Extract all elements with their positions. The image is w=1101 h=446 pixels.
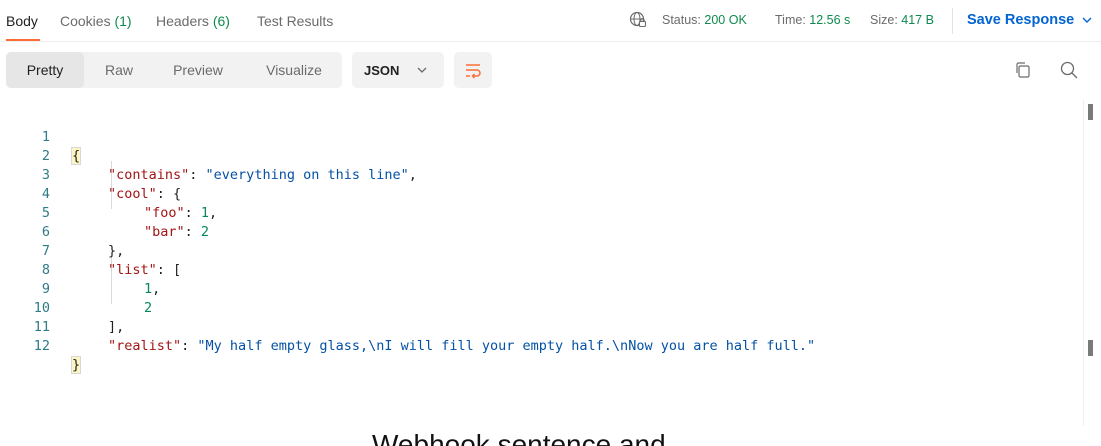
- view-mode-selector: Pretty Raw Preview Visualize: [6, 52, 342, 88]
- wrap-lines-button[interactable]: [454, 52, 492, 88]
- tab-headers[interactable]: Headers (6): [156, 13, 230, 29]
- line-number: 12: [33, 338, 50, 354]
- tab-body[interactable]: Body: [6, 13, 38, 29]
- code-line: 5 "bar": 2: [0, 185, 1080, 240]
- editor-scrollbar[interactable]: [1083, 100, 1084, 426]
- save-response-button[interactable]: Save Response: [967, 12, 1074, 28]
- view-visualize-button[interactable]: Visualize: [250, 52, 338, 88]
- chevron-down-icon: [417, 67, 427, 73]
- tab-cookies-label: Cookies: [60, 13, 111, 29]
- status-label: Status:: [662, 13, 701, 27]
- tab-cookies[interactable]: Cookies (1): [60, 13, 132, 29]
- status-value: 200 OK: [704, 13, 747, 27]
- view-raw-button[interactable]: Raw: [90, 52, 148, 88]
- scrollbar-marker: [1088, 340, 1093, 356]
- format-select[interactable]: JSON: [352, 52, 444, 88]
- size-label: Size:: [870, 13, 898, 27]
- caption-text: Webhook sentence and: [372, 429, 666, 446]
- code-line: 4 "foo": 1,: [0, 166, 1080, 221]
- code-line: 7 "list": [: [0, 223, 1080, 278]
- tab-test-results-label: Test Results: [257, 13, 334, 29]
- scrollbar-marker: [1088, 104, 1093, 120]
- time-value: 12.56 s: [809, 13, 851, 27]
- json-value: "My half empty glass,\nI will fill your …: [197, 338, 816, 354]
- toolbar-divider: [952, 8, 953, 34]
- status-indicator: Status: 200 OK: [662, 13, 747, 27]
- view-preview-button[interactable]: Preview: [156, 52, 240, 88]
- code-line: 6 },: [0, 204, 1080, 259]
- wrap-lines-icon: [466, 64, 481, 79]
- tab-body-label: Body: [6, 13, 38, 29]
- chevron-down-icon[interactable]: [1080, 13, 1094, 27]
- active-tab-indicator: [6, 39, 40, 41]
- code-line: 10 ],: [0, 280, 1080, 335]
- code-line: 9 2: [0, 261, 1080, 316]
- format-select-value: JSON: [364, 63, 400, 78]
- copy-icon[interactable]: [1014, 61, 1032, 79]
- tab-headers-label: Headers: [156, 13, 209, 29]
- tab-cookies-count: (1): [114, 13, 132, 29]
- code-line: 3 "cool": {: [0, 147, 1080, 202]
- code-line: 8 1,: [0, 242, 1080, 297]
- size-value: 417 B: [901, 13, 934, 27]
- network-globe-icon[interactable]: [629, 11, 647, 29]
- code-line: 1 {: [0, 109, 1080, 165]
- code-line: 12 }: [0, 318, 1080, 374]
- json-key: "realist": [108, 338, 182, 354]
- search-icon[interactable]: [1059, 60, 1079, 80]
- time-label: Time:: [775, 13, 806, 27]
- tab-test-results[interactable]: Test Results: [257, 13, 333, 29]
- response-body-editor[interactable]: 1 { 2 "contains": "everything on this li…: [0, 104, 1080, 424]
- size-indicator: Size: 417 B: [870, 13, 934, 27]
- time-indicator: Time: 12.56 s: [775, 13, 850, 27]
- code-line: 2 "contains": "everything on this line",: [0, 128, 1080, 183]
- tab-headers-count: (6): [212, 13, 230, 29]
- code-line: 11 "realist": "My half empty glass,\nI w…: [0, 299, 1080, 354]
- response-tab-bar: Body Cookies (1) Headers (6) Test Result…: [0, 0, 1101, 42]
- view-pretty-button[interactable]: Pretty: [6, 52, 84, 88]
